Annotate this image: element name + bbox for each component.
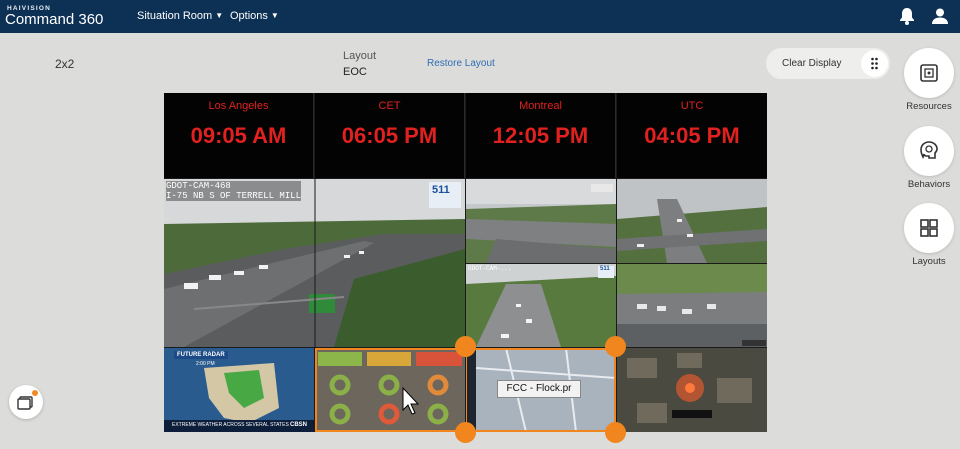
radar-time: 2:00 PM: [196, 361, 215, 367]
gdot-511-logo: 511: [600, 266, 610, 272]
clock-tile[interactable]: CET 06:05 PM: [315, 93, 465, 178]
layout-name: EOC: [343, 66, 367, 78]
clock-tile[interactable]: Montreal 12:05 PM: [466, 93, 616, 178]
layouts-icon: [920, 219, 938, 237]
gdot-511-logo: 511: [432, 184, 450, 196]
clock-time: 09:05 AM: [190, 123, 287, 148]
clock-time: 12:05 PM: [492, 123, 589, 148]
behaviors-button[interactable]: [904, 126, 954, 176]
chevron-down-icon: ▼: [215, 11, 224, 20]
resources-label: Resources: [906, 101, 952, 112]
dots-grid-icon: [871, 57, 878, 70]
behaviors-icon: [920, 141, 938, 160]
camera-id-overlay: GDOT-CAM-...: [468, 265, 512, 272]
nav-situation-room[interactable]: Situation Room ▼: [137, 10, 223, 22]
restore-layout-link[interactable]: Restore Layout: [427, 58, 495, 69]
layout-caption: Layout: [343, 50, 377, 62]
behaviors-label: Behaviors: [907, 179, 951, 190]
chevron-down-icon: ▼: [270, 11, 279, 20]
clock-city: UTC: [680, 100, 704, 112]
clear-display-label: Clear Display: [782, 58, 842, 69]
clear-display-button[interactable]: Clear Display: [766, 48, 890, 79]
app-title: Command 360: [5, 11, 104, 28]
traffic-camera-tile[interactable]: [617, 179, 767, 263]
clock-time: 04:05 PM: [644, 123, 740, 148]
nav-options[interactable]: Options ▼: [230, 10, 279, 22]
satellite-map-tile[interactable]: [617, 348, 767, 432]
nav-options-label: Options: [230, 10, 268, 22]
clock-tile[interactable]: Los Angeles 09:05 AM: [164, 93, 314, 178]
top-bar: HAIVISION Command 360 Situation Room ▼ Op…: [0, 0, 960, 33]
video-wall[interactable]: Los Angeles 09:05 AM CET 06:05 PM Montre…: [164, 93, 767, 432]
camera-location-overlay: I-75 NB S OF TERRELL MILL: [166, 191, 302, 201]
traffic-camera-tile[interactable]: [466, 179, 616, 263]
resize-handle[interactable]: [605, 422, 626, 443]
resize-handle[interactable]: [605, 336, 626, 357]
clock-city: CET: [378, 100, 401, 112]
clock-city: Los Angeles: [208, 100, 269, 112]
traffic-camera-tile[interactable]: [617, 264, 767, 347]
user-icon[interactable]: [930, 6, 950, 26]
news-logo: CBSN: [290, 422, 308, 428]
resize-handle[interactable]: [455, 422, 476, 443]
weather-radar-tile[interactable]: FUTURE RADAR 2:00 PM EXTREME WEATHER ACR…: [164, 348, 314, 432]
layouts-button[interactable]: [904, 203, 954, 253]
traffic-camera-tile[interactable]: GDOT-CAM-468 I-75 NB S OF TERRELL MILL 5…: [164, 179, 465, 347]
grid-dots-button[interactable]: [861, 50, 888, 77]
notification-dot: [32, 390, 38, 396]
nav-situation-room-label: Situation Room: [137, 10, 213, 22]
camera-id-overlay: GDOT-CAM-468: [166, 181, 231, 191]
sources-stack-button[interactable]: [9, 385, 43, 419]
resources-icon: [920, 64, 938, 82]
bell-icon[interactable]: [897, 6, 917, 26]
drag-source-label: FCC - Flock.pr: [497, 380, 581, 398]
stack-icon: [17, 396, 33, 410]
traffic-camera-tile[interactable]: GDOT-CAM-... 511: [466, 264, 616, 347]
clock-city: Montreal: [519, 100, 562, 112]
clock-time: 06:05 PM: [341, 123, 438, 148]
resources-button[interactable]: [904, 48, 954, 98]
resize-handle[interactable]: [455, 336, 476, 357]
clock-tile[interactable]: UTC 04:05 PM: [617, 93, 767, 178]
grid-size-label: 2x2: [55, 57, 75, 71]
news-ticker: EXTREME WEATHER ACROSS SEVERAL STATES: [172, 422, 289, 428]
radar-title: FUTURE RADAR: [174, 351, 228, 359]
layouts-label: Layouts: [912, 256, 946, 267]
